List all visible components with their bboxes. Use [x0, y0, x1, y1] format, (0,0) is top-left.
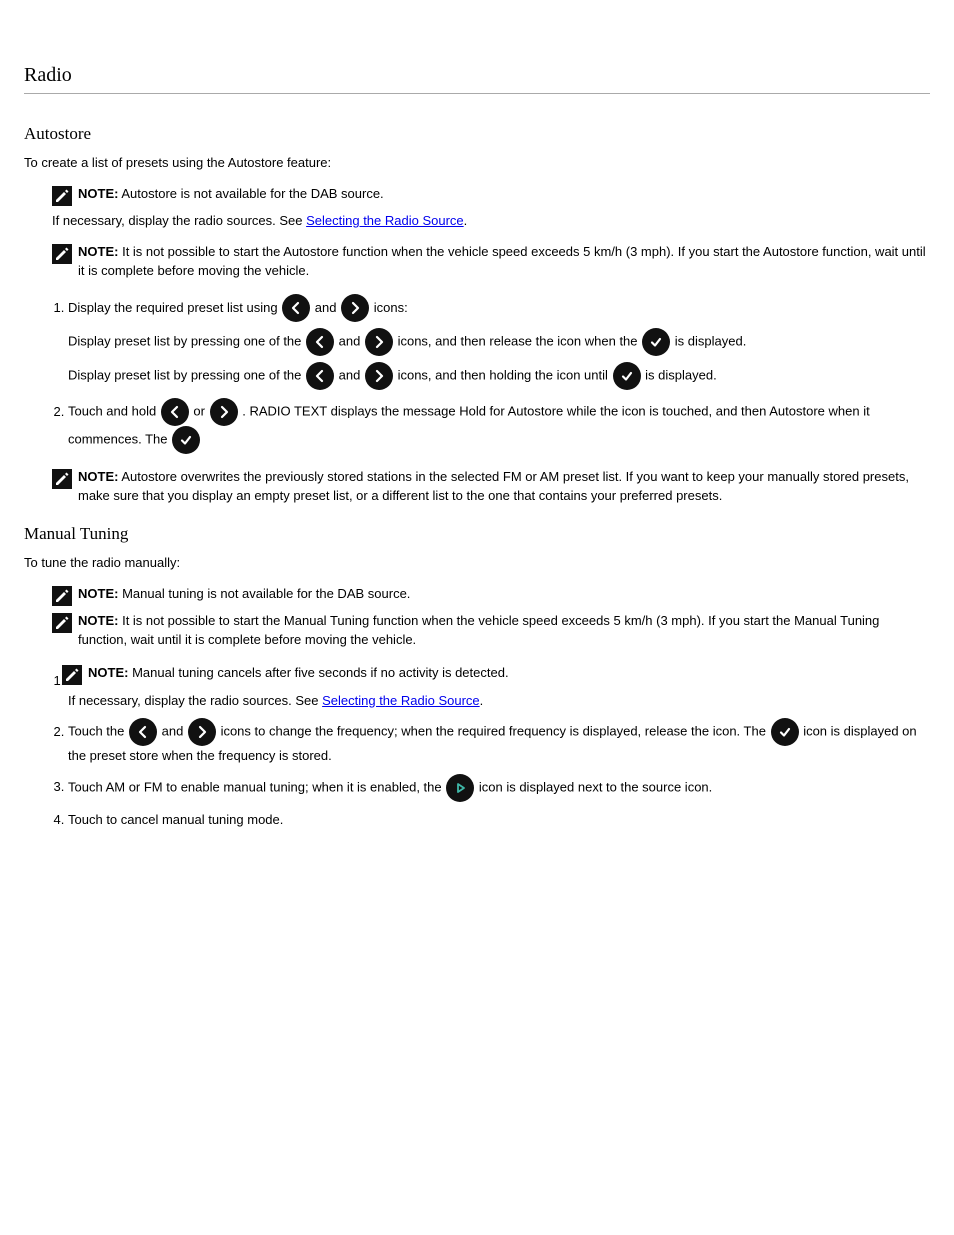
manual-step-4: Touch to cancel manual tuning mode. [68, 810, 930, 830]
select-radio-source-link[interactable]: Selecting the Radio Source [306, 213, 464, 228]
note-text: NOTE: Autostore overwrites the previousl… [78, 468, 930, 506]
pencil-note-icon [52, 469, 72, 489]
autostore-heading: Autostore [24, 124, 930, 144]
select-radio-source-link[interactable]: Selecting the Radio Source [322, 693, 480, 708]
prev-icon [306, 362, 334, 390]
prev-icon [161, 398, 189, 426]
note-row: NOTE: Manual tuning is not available for… [52, 585, 930, 606]
manual-tuning-heading: Manual Tuning [24, 524, 930, 544]
prev-icon [306, 328, 334, 356]
check-icon [613, 362, 641, 390]
next-icon [341, 294, 369, 322]
note-text: NOTE: It is not possible to start the Au… [78, 243, 930, 281]
manual-step-3: Touch AM or FM to enable manual tuning; … [68, 774, 930, 802]
autostore-step-1a: Display preset list by pressing one of t… [68, 328, 930, 356]
section-title: Radio [24, 64, 930, 87]
manual-step-1: NOTE: Manual tuning cancels after five s… [68, 664, 930, 711]
autostore-step-1b: Display preset list by pressing one of t… [68, 362, 930, 390]
autostore-step-2: Touch and hold or . RADIO TEXT displays … [68, 398, 930, 454]
note-text: NOTE: Manual tuning is not available for… [78, 585, 410, 604]
play-outline-icon [446, 774, 474, 802]
next-icon [188, 718, 216, 746]
pencil-note-icon [52, 586, 72, 606]
check-icon [771, 718, 799, 746]
pencil-note-icon [52, 186, 72, 206]
next-icon [365, 328, 393, 356]
pencil-note-icon [52, 244, 72, 264]
note-text: NOTE: Autostore is not available for the… [78, 185, 384, 204]
check-icon [642, 328, 670, 356]
manual-tuning-intro: To tune the radio manually: [24, 554, 930, 573]
pencil-note-icon [62, 665, 82, 685]
autostore-intro: To create a list of presets using the Au… [24, 154, 930, 173]
note-row: NOTE: Autostore overwrites the previousl… [52, 468, 930, 506]
pencil-note-icon [52, 613, 72, 633]
section-rule [24, 93, 930, 94]
note-link-line: If necessary, display the radio sources.… [52, 212, 930, 231]
note-row: NOTE: It is not possible to start the Ma… [52, 612, 930, 650]
next-icon [210, 398, 238, 426]
autostore-step-1: Display the required preset list using a… [68, 294, 930, 390]
note-text: NOTE: It is not possible to start the Ma… [78, 612, 930, 650]
note-row: NOTE: It is not possible to start the Au… [52, 243, 930, 281]
check-icon [172, 426, 200, 454]
manual-step-2: Touch the and icons to change the freque… [68, 718, 930, 766]
prev-icon [129, 718, 157, 746]
next-icon [365, 362, 393, 390]
prev-icon [282, 294, 310, 322]
note-row: NOTE: Autostore is not available for the… [52, 185, 930, 206]
note-text: NOTE: Manual tuning cancels after five s… [88, 664, 509, 683]
